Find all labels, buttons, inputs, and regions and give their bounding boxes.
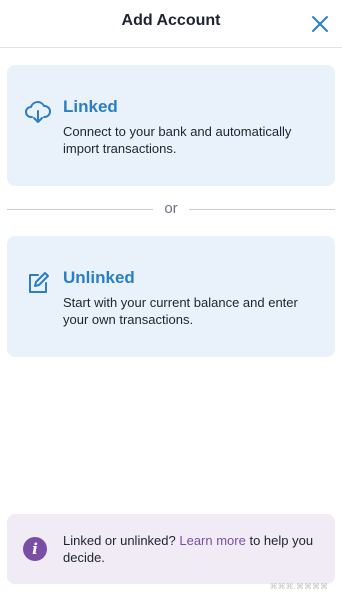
header-bar: Add Account [0, 0, 342, 48]
learn-more-link[interactable]: Learn more [179, 533, 245, 548]
linked-title: Linked [63, 97, 118, 116]
unlinked-description: Start with your current balance and ente… [63, 295, 298, 327]
info-box: i Linked or unlinked? Learn more to help… [7, 514, 335, 584]
watermark: ⌘⌘⌘.⌘⌘⌘⌘ [269, 582, 328, 591]
unlinked-title: Unlinked [63, 268, 135, 287]
edit-icon [29, 272, 49, 293]
divider-line-right [189, 209, 335, 210]
close-button[interactable] [304, 8, 336, 40]
cloud-download-icon [25, 101, 51, 123]
info-icon: i [23, 537, 47, 561]
linked-account-option[interactable]: Linked Connect to your bank and automati… [7, 65, 335, 186]
info-text-before: Linked or unlinked? [63, 533, 180, 548]
unlinked-account-option[interactable]: Unlinked Start with your current balance… [7, 236, 335, 357]
info-text: Linked or unlinked? Learn more to help y… [63, 532, 321, 566]
close-icon [312, 16, 328, 32]
or-divider: or [7, 198, 335, 220]
page-title: Add Account [121, 12, 221, 29]
linked-description: Connect to your bank and automatically i… [63, 124, 292, 156]
